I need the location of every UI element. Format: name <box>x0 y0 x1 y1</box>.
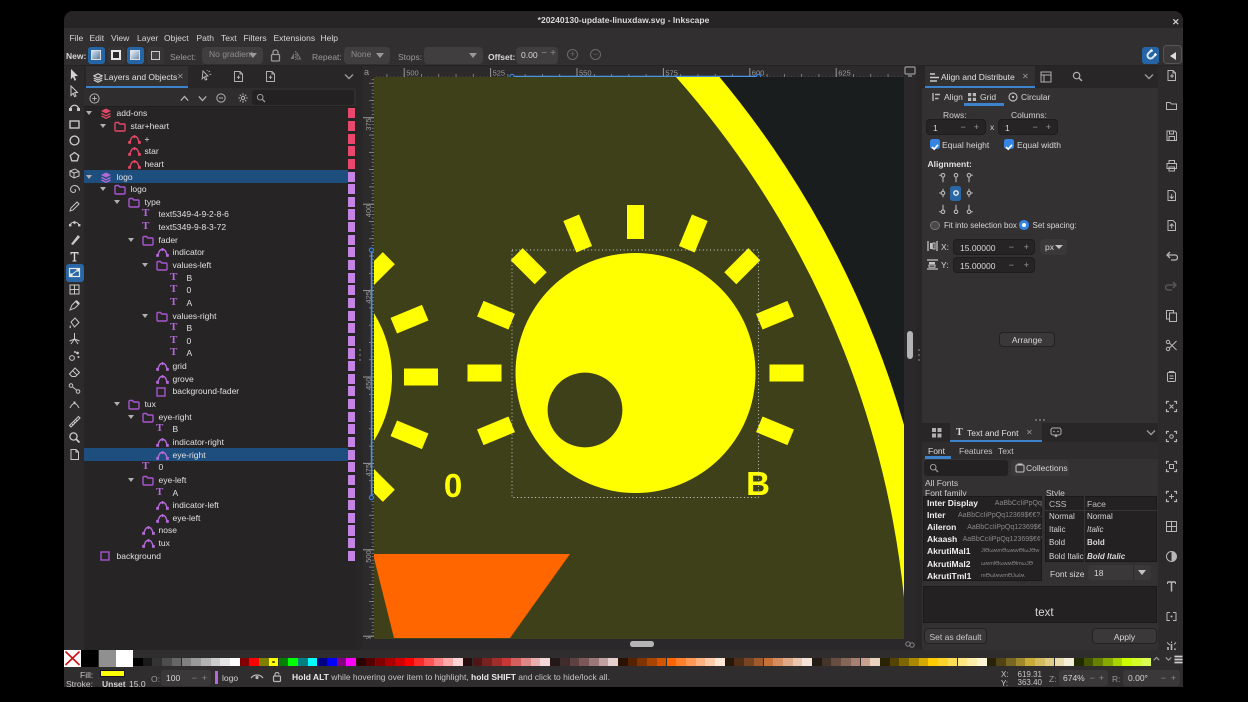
svg-text:500: 500 <box>364 550 373 563</box>
svg-text:0: 0 <box>444 467 462 504</box>
svg-text:400: 400 <box>364 205 373 218</box>
svg-text:625: 625 <box>838 69 851 78</box>
svg-text:575: 575 <box>665 69 678 78</box>
svg-text:B: B <box>746 465 770 502</box>
svg-text:375: 375 <box>364 118 373 131</box>
svg-text:500: 500 <box>406 69 419 78</box>
svg-text:550: 550 <box>579 69 592 78</box>
svg-text:525: 525 <box>493 69 506 78</box>
